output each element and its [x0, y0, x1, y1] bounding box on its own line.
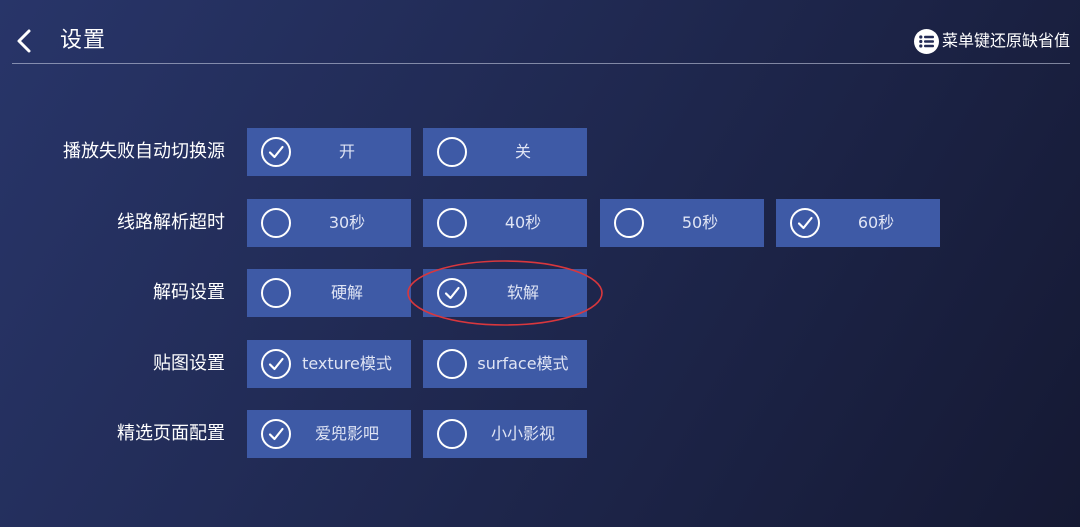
menu-list-icon — [913, 28, 939, 54]
option-label: texture模式 — [302, 354, 392, 373]
radio-checked-icon — [437, 278, 467, 308]
setting-row-auto-switch-source: 播放失败自动切换源 开 关 — [0, 128, 1080, 176]
radio-unchecked-icon — [261, 208, 291, 238]
option-50s[interactable]: 50秒 — [600, 199, 764, 247]
header-divider — [12, 63, 1070, 64]
setting-label: 精选页面配置 — [117, 423, 225, 444]
radio-unchecked-icon — [437, 137, 467, 167]
option-label: 30秒 — [328, 213, 366, 232]
setting-row-featured-page: 精选页面配置 爱兜影吧 小小影视 — [0, 410, 1080, 458]
option-label: 40秒 — [504, 213, 542, 232]
radio-unchecked-icon — [614, 208, 644, 238]
setting-label: 线路解析超时 — [117, 212, 225, 233]
header-bar: 设置 菜单键还原缺省值 — [0, 0, 1080, 64]
chevron-left-icon — [17, 29, 31, 53]
option-texture-mode[interactable]: texture模式 — [247, 340, 411, 388]
back-button[interactable] — [12, 26, 38, 56]
setting-row-decoding: 解码设置 硬解 软解 — [0, 269, 1080, 317]
radio-checked-icon — [261, 349, 291, 379]
reset-defaults-text: 菜单键还原缺省值 — [941, 31, 1070, 50]
option-label: 50秒 — [681, 213, 719, 232]
radio-unchecked-icon — [261, 278, 291, 308]
option-30s[interactable]: 30秒 — [247, 199, 411, 247]
option-label: 关 — [514, 142, 531, 161]
radio-unchecked-icon — [437, 349, 467, 379]
setting-label: 播放失败自动切换源 — [63, 141, 225, 162]
setting-label: 贴图设置 — [153, 353, 225, 374]
option-label: 硬解 — [330, 283, 363, 302]
setting-label: 解码设置 — [153, 282, 225, 303]
option-hardware-decode[interactable]: 硬解 — [247, 269, 411, 317]
radio-checked-icon — [261, 137, 291, 167]
radio-unchecked-icon — [437, 208, 467, 238]
option-60s[interactable]: 60秒 — [776, 199, 940, 247]
option-featured-source-2[interactable]: 小小影视 — [423, 410, 587, 458]
option-off[interactable]: 关 — [423, 128, 587, 176]
option-40s[interactable]: 40秒 — [423, 199, 587, 247]
option-surface-mode[interactable]: surface模式 — [423, 340, 587, 388]
option-label: 软解 — [506, 283, 539, 302]
reset-defaults-hint: 菜单键还原缺省值 — [913, 28, 1070, 54]
setting-row-render-mode: 贴图设置 texture模式 surface模式 — [0, 340, 1080, 388]
radio-unchecked-icon — [437, 419, 467, 449]
option-label: 60秒 — [857, 213, 895, 232]
option-label: 开 — [338, 142, 355, 161]
option-featured-source-1[interactable]: 爱兜影吧 — [247, 410, 411, 458]
option-on[interactable]: 开 — [247, 128, 411, 176]
option-label: 爱兜影吧 — [314, 424, 379, 443]
option-label: surface模式 — [477, 354, 569, 373]
option-software-decode[interactable]: 软解 — [423, 269, 587, 317]
radio-checked-icon — [261, 419, 291, 449]
radio-checked-icon — [790, 208, 820, 238]
option-label: 小小影视 — [490, 424, 555, 443]
setting-row-parse-timeout: 线路解析超时 30秒 40秒 50秒 60秒 — [0, 199, 1080, 247]
page-title: 设置 — [60, 28, 107, 53]
